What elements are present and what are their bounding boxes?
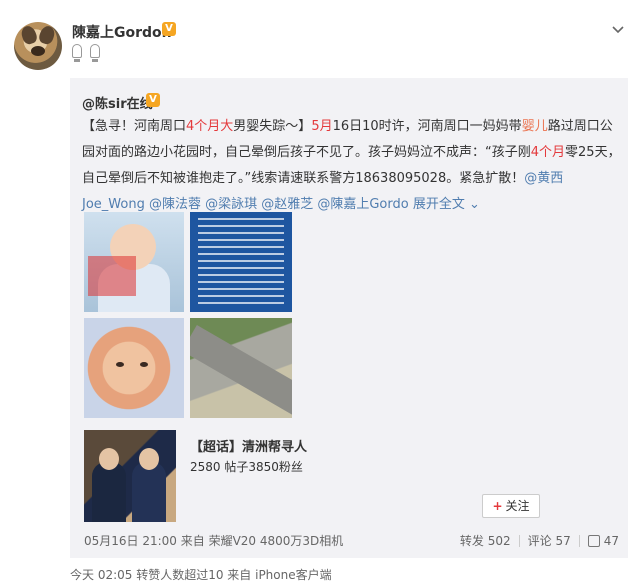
highlight-text: 5月 — [311, 119, 333, 134]
comment-count[interactable]: 评论 57 — [528, 532, 571, 549]
highlight-text: 4个月 — [530, 145, 566, 160]
expand-link[interactable]: 展开全文 — [413, 197, 465, 212]
text-segment: 【急寻！河南周口 — [82, 119, 187, 134]
photo-content — [132, 462, 166, 522]
photo-content — [190, 325, 292, 418]
text-segment: 16日10时许，河南周口一妈妈带 — [332, 119, 522, 134]
photo-thumbnail[interactable] — [84, 212, 184, 312]
photo-content — [139, 448, 159, 470]
photo-thumbnail[interactable] — [190, 318, 292, 418]
avatar[interactable] — [14, 22, 62, 70]
like-count: 47 — [603, 533, 619, 548]
footer-meta: 今天 02:05 转赞人数超过10 来自 iPhone客户端 — [70, 568, 332, 582]
chevron-down-icon[interactable] — [611, 22, 625, 36]
topic-stats: 2580 帖子3850粉丝 — [190, 460, 303, 474]
highlight-text: 4个月大 — [186, 119, 234, 134]
divider — [518, 534, 520, 547]
like-button[interactable]: 47 — [587, 533, 619, 548]
text-segment: 男婴失踪～】 — [233, 119, 312, 134]
avatar-snout — [31, 46, 45, 56]
keyword-link[interactable]: 婴儿 — [522, 119, 548, 134]
repost-count[interactable]: 转发 502 — [460, 532, 511, 549]
verified-icon: V — [146, 93, 160, 107]
microphone-icon — [90, 44, 100, 62]
topic-title[interactable]: 【超话】清洲帮寻人 — [190, 436, 307, 455]
photo-content — [88, 256, 136, 296]
avatar-ear — [37, 24, 57, 46]
verified-icon: V — [162, 22, 176, 36]
chevron-down-icon[interactable]: ⌄ — [465, 197, 480, 212]
photo-content — [92, 462, 126, 522]
post-stats: 转发 502 评论 57 47 — [460, 532, 619, 549]
post-meta: 05月16日 21:00 来自 荣耀V20 4800万3D相机 — [84, 534, 344, 548]
photo-content — [198, 218, 284, 306]
topic-image[interactable] — [84, 430, 176, 522]
post-text: 【急寻！河南周口4个月大男婴失踪～】5月16日10时许，河南周口一妈妈带婴儿路过… — [82, 114, 622, 218]
avatar-ear — [19, 24, 39, 46]
photo-thumbnail[interactable] — [190, 212, 292, 312]
author-name[interactable]: 陳嘉上Gordon — [72, 22, 172, 42]
microphone-icon — [72, 44, 82, 62]
original-author[interactable]: @陈sir在线 — [82, 93, 153, 112]
plus-icon: + — [492, 499, 503, 513]
follow-button[interactable]: + 关注 — [482, 494, 540, 518]
divider — [578, 534, 580, 547]
photo-content — [140, 362, 148, 367]
voice-icons — [72, 44, 100, 62]
thumbs-up-icon — [587, 535, 600, 547]
follow-label: 关注 — [505, 499, 530, 513]
photo-content — [99, 448, 119, 470]
photo-content — [116, 362, 124, 367]
photo-thumbnail[interactable] — [84, 318, 184, 418]
